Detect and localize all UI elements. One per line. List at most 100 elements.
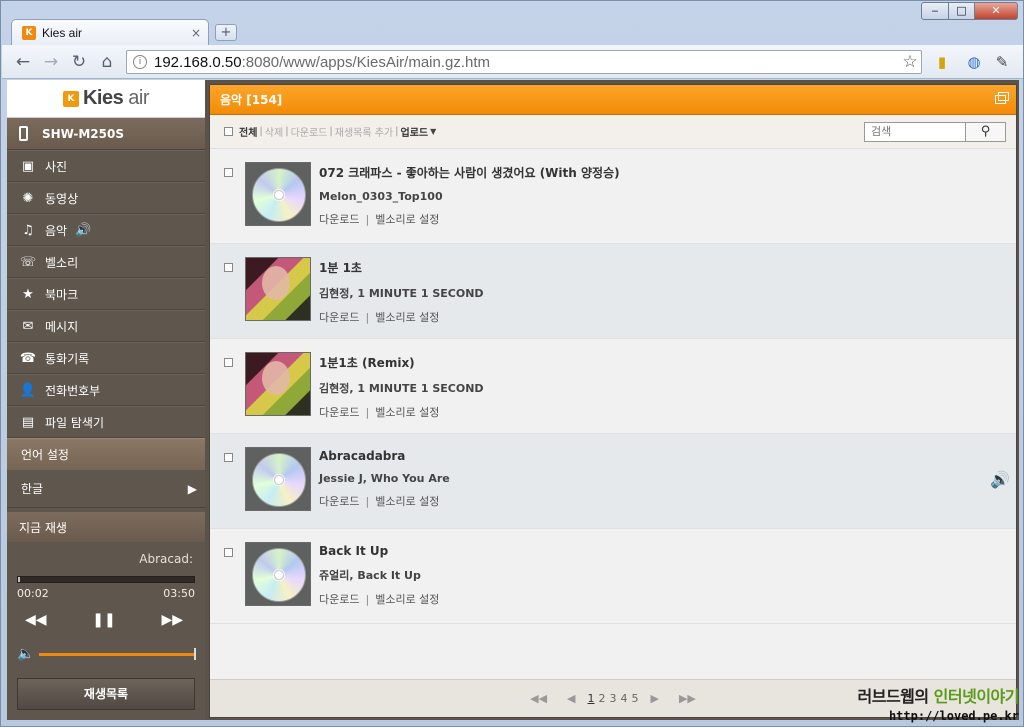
select-all-link[interactable]: 전체 [239,124,257,139]
first-page-icon[interactable]: ◀◀ [530,692,547,705]
bookmark-star-icon[interactable]: ☆ [899,52,921,72]
sidebar-item-6[interactable]: ☎ 통화기록 [7,342,205,374]
song-checkbox[interactable] [224,168,233,177]
set-ringtone-link[interactable]: 벨소리로 설정 [375,495,439,508]
cd-icon [252,548,306,602]
page-link[interactable]: 3 [610,692,617,705]
logo-text: Kies air [82,87,150,110]
download-song-link[interactable]: 다운로드 [319,213,359,226]
page-info-icon[interactable]: i [133,55,147,69]
album-art [245,352,311,416]
prev-page-icon[interactable]: ◀ [567,692,575,705]
pause-icon[interactable]: ❚❚ [92,612,115,628]
search-input[interactable] [865,122,965,141]
action-bar: 전체 | 삭제 | 다운로드 | 재생목록 추가 | 업로드 ▼ ⚲ [210,115,1016,149]
address-bar[interactable]: i 192.168.0.50:8080/www/apps/KiesAir/mai… [126,50,922,74]
reload-icon[interactable]: ↻ [68,51,90,73]
volume-handle[interactable] [194,647,196,660]
sidebar-item-4[interactable]: ★ 북마크 [7,278,205,310]
download-song-link[interactable]: 다운로드 [319,406,359,419]
sidebar-item-0[interactable]: ▣ 사진 [7,150,205,182]
sidebar-item-5[interactable]: ✉ 메시지 [7,310,205,342]
download-song-link[interactable]: 다운로드 [319,311,359,324]
extension-phone-icon[interactable]: ▮ [932,52,952,72]
separator: | [259,126,263,137]
next-page-icon[interactable]: ▶ [651,692,659,705]
sidebar-item-3[interactable]: ☏ 벨소리 [7,246,205,278]
playlist-button[interactable]: 재생목록 [17,678,195,710]
download-song-link[interactable]: 다운로드 [319,495,359,508]
separator: | [365,495,370,508]
song-title[interactable]: Abracadabra [319,449,450,463]
song-row[interactable]: 1분 1초 김현정, 1 MINUTE 1 SECOND 다운로드 | 벨소리로 설정 [210,244,1016,339]
language-value: 한글 [21,482,44,496]
browser-toolbar: ← → ↻ ⌂ i 192.168.0.50:8080/www/apps/Kie… [2,45,1023,79]
sidebar-item-label: 전화번호부 [45,383,101,398]
search-icon[interactable]: ⚲ [965,122,1005,141]
extension-globe-icon[interactable]: ◍ [964,52,984,72]
page-link[interactable]: 4 [621,692,628,705]
forward-arrow-icon[interactable]: → [40,51,62,73]
song-row[interactable]: Abracadabra Jessie J, Who You Are 다운로드 | 벨소리… [210,434,1016,529]
song-title[interactable]: 1분1초 (Remix) [319,354,484,371]
browser-tab[interactable]: K Kies air × [11,19,209,45]
sidebar-item-8[interactable]: ▤ 파일 탐색기 [7,406,205,438]
delete-link[interactable]: 삭제 [265,124,283,139]
logo-air: air [128,87,150,109]
set-ringtone-link[interactable]: 벨소리로 설정 [375,213,439,226]
close-window-button[interactable]: ✕ [974,2,1018,20]
tab-close-icon[interactable]: × [188,26,204,40]
playback-progress-bar[interactable] [17,576,195,583]
volume-slider[interactable] [39,647,196,660]
song-links: 다운로드 | 벨소리로 설정 [319,493,450,509]
last-page-icon[interactable]: ▶▶ [679,692,696,705]
song-row[interactable]: 072 크래파스 - 좋아하는 사람이 생겼어요 (With 양정승) Melon… [210,149,1016,244]
device-item[interactable]: SHW-M250S [7,118,205,150]
page-link[interactable]: 5 [632,692,639,705]
language-selector[interactable]: 한글 ▶ [7,470,205,508]
kies-logo-icon: K [62,90,79,107]
cd-icon [252,453,306,507]
message-icon: ✉ [22,318,34,334]
sidebar-item-7[interactable]: 👤 전화번호부 [7,374,205,406]
download-song-link[interactable]: 다운로드 [319,593,359,606]
volume-icon[interactable]: 🔈 [17,646,39,662]
song-title[interactable]: Back It Up [319,544,439,558]
fast-forward-icon[interactable]: ▶▶ [161,612,183,628]
select-all-checkbox[interactable] [224,127,233,136]
separator: | [365,406,370,419]
song-checkbox[interactable] [224,358,233,367]
song-row[interactable]: Back It Up 쥬얼리, Back It Up 다운로드 | 벨소리로 설정 [210,529,1016,624]
page-link[interactable]: 1 [588,692,595,705]
sidebar-item-1[interactable]: ✺ 동영상 [7,182,205,214]
url-host: 192.168.0.50 [154,53,242,71]
song-title[interactable]: 1분 1초 [319,259,484,276]
rewind-icon[interactable]: ◀◀ [25,612,47,628]
transport-controls: ◀◀ ❚❚ ▶▶ [25,612,183,628]
set-ringtone-link[interactable]: 벨소리로 설정 [375,311,439,324]
add-playlist-link[interactable]: 재생목록 추가 [335,124,393,139]
download-link[interactable]: 다운로드 [291,124,328,139]
logo-kies: Kies [82,87,124,109]
sidebar-item-2[interactable]: ♫ 음악 🔊 [7,214,205,246]
song-checkbox[interactable] [224,548,233,557]
wrench-icon[interactable]: ✎ [992,52,1012,72]
ringtone-icon: ☏ [19,254,37,270]
page-link[interactable]: 2 [599,692,606,705]
back-arrow-icon[interactable]: ← [12,51,34,73]
song-title[interactable]: 072 크래파스 - 좋아하는 사람이 생겼어요 (With 양정승) [319,164,620,181]
new-tab-button[interactable]: + [215,24,237,41]
song-checkbox[interactable] [224,453,233,462]
song-info: Back It Up 쥬얼리, Back It Up 다운로드 | 벨소리로 설정 [319,544,439,607]
song-checkbox[interactable] [224,263,233,272]
url-text[interactable]: 192.168.0.50:8080/www/apps/KiesAir/main.… [154,54,899,71]
caret-down-icon[interactable]: ▼ [430,127,436,136]
minimize-button[interactable]: ‒ [921,2,949,20]
set-ringtone-link[interactable]: 벨소리로 설정 [375,593,439,606]
set-ringtone-link[interactable]: 벨소리로 설정 [375,406,439,419]
upload-link[interactable]: 업로드 [401,124,429,139]
restore-window-icon[interactable] [995,92,1009,104]
home-icon[interactable]: ⌂ [96,51,118,73]
maximize-button[interactable]: □ [948,2,975,20]
song-row[interactable]: 1분1초 (Remix) 김현정, 1 MINUTE 1 SECOND 다운로드 | 벨… [210,339,1016,434]
